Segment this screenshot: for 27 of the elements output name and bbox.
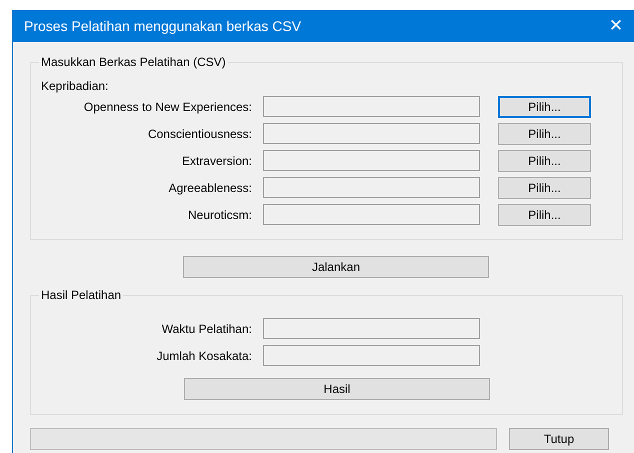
input-field[interactable] bbox=[263, 177, 480, 198]
field-label: Agreeableness: bbox=[168, 180, 253, 194]
input-field[interactable] bbox=[263, 123, 480, 144]
field-label: Neuroticsm: bbox=[186, 208, 253, 222]
output-field[interactable] bbox=[263, 345, 480, 366]
browse-button[interactable]: Pilih... bbox=[498, 96, 591, 118]
result-button[interactable]: Hasil bbox=[184, 378, 490, 400]
run-button[interactable]: Jalankan bbox=[183, 256, 489, 278]
browse-button[interactable]: Pilih... bbox=[498, 150, 591, 172]
input-field[interactable] bbox=[263, 204, 480, 225]
group-title: Masukkan Berkas Pelatihan (CSV) bbox=[39, 55, 228, 69]
field-label: Conscientiousness: bbox=[146, 126, 253, 140]
field-label: Extraversion: bbox=[180, 154, 253, 168]
window-title: Proses Pelatihan menggunakan berkas CSV bbox=[24, 18, 302, 34]
browse-button[interactable]: Pilih... bbox=[498, 176, 591, 198]
section-label: Kepribadian: bbox=[41, 79, 110, 93]
field-label: Jumlah Kosakata: bbox=[156, 348, 253, 362]
close-dialog-button[interactable]: Tutup bbox=[509, 428, 609, 450]
browse-button[interactable]: Pilih... bbox=[498, 204, 591, 226]
output-field[interactable] bbox=[263, 318, 480, 339]
browse-button[interactable]: Pilih... bbox=[498, 122, 591, 144]
field-label: Openness to New Experiences: bbox=[82, 100, 253, 114]
group-title: Hasil Pelatihan bbox=[39, 288, 124, 302]
input-field[interactable] bbox=[263, 96, 480, 117]
input-field[interactable] bbox=[263, 150, 480, 171]
field-label: Waktu Pelatihan: bbox=[160, 322, 253, 336]
close-button[interactable]: ✕ bbox=[600, 10, 632, 42]
